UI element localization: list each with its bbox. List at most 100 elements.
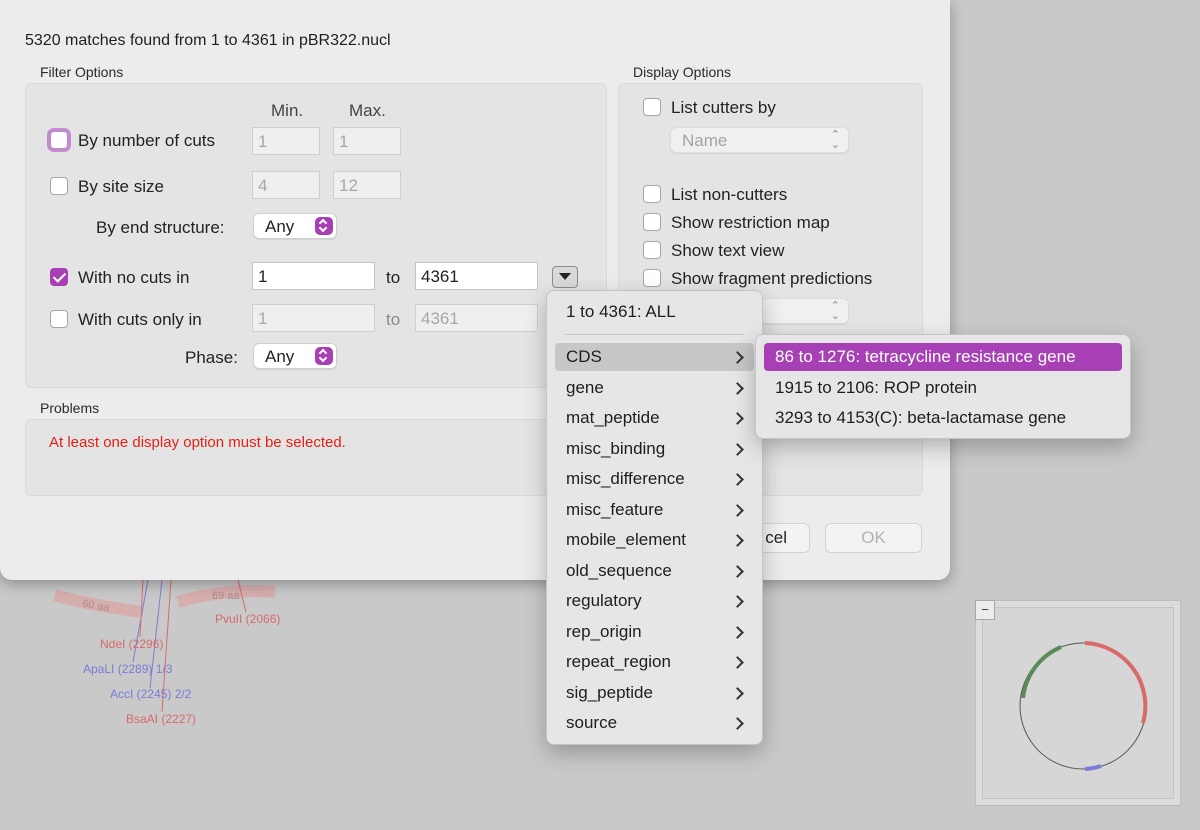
- submenu-item-label: 86 to 1276: tetracycline resistance gene: [775, 347, 1076, 366]
- enzyme-label-accl[interactable]: AccI (2245) 2/2: [110, 687, 191, 701]
- menu-item-mobile-element[interactable]: mobile_element: [555, 526, 754, 554]
- menu-item-regulatory[interactable]: regulatory: [555, 587, 754, 615]
- show-fragment-predictions-label: Show fragment predictions: [671, 269, 873, 288]
- chevron-right-icon: [731, 595, 744, 608]
- enzyme-label-bsaai[interactable]: BsaAI (2227): [126, 712, 196, 726]
- menu-separator: [565, 334, 744, 335]
- by-number-of-cuts-label: By number of cuts: [78, 131, 216, 150]
- fragment-predictions-popup[interactable]: ⌃ ⌄: [760, 298, 849, 324]
- end-structure-label: By end structure:: [96, 218, 225, 237]
- chevron-right-icon: [731, 626, 744, 639]
- list-cutters-by-popup[interactable]: Name ⌃ ⌄: [670, 127, 849, 153]
- dialog-title: 5320 matches found from 1 to 4361 in pBR…: [25, 32, 391, 49]
- site-size-max-field[interactable]: 12: [333, 171, 401, 199]
- menu-item-label: repeat_region: [566, 652, 671, 671]
- phase-stepper-icon: [315, 347, 333, 365]
- chevron-right-icon: [731, 687, 744, 700]
- menu-item-misc-binding[interactable]: misc_binding: [555, 435, 754, 463]
- chevron-right-icon: [731, 473, 744, 486]
- chevron-right-icon: [731, 717, 744, 730]
- problems-title: Problems: [40, 400, 100, 416]
- menu-item-label: gene: [566, 378, 604, 397]
- show-restriction-map-checkbox[interactable]: [643, 213, 661, 231]
- chevron-right-icon: [731, 351, 744, 364]
- by-number-of-cuts-checkbox[interactable]: [50, 131, 68, 149]
- plasmid-feature-blue: [1084, 764, 1102, 771]
- chevron-right-icon: [731, 565, 744, 578]
- with-cuts-only-in-checkbox[interactable]: [50, 310, 68, 328]
- cuts-min-field[interactable]: 1: [252, 127, 320, 155]
- max-column-header: Max.: [349, 101, 386, 120]
- menu-item-gene[interactable]: gene: [555, 374, 754, 402]
- chevron-right-icon: [731, 534, 744, 547]
- menu-item-misc-feature[interactable]: misc_feature: [555, 496, 754, 524]
- submenu-item-tetracycline-resistance[interactable]: 86 to 1276: tetracycline resistance gene: [764, 343, 1122, 371]
- menu-item-rep-origin[interactable]: rep_origin: [555, 618, 754, 646]
- plasmid-feature-red: [1084, 641, 1148, 724]
- feature-range-menu: 1 to 4361: ALL CDS gene mat_peptide misc…: [546, 290, 763, 745]
- phase-label: Phase:: [185, 348, 238, 367]
- list-non-cutters-checkbox[interactable]: [643, 185, 661, 203]
- menu-item-label: regulatory: [566, 591, 642, 610]
- chevron-right-icon: [731, 504, 744, 517]
- by-site-size-label: By site size: [78, 177, 164, 196]
- submenu-item-beta-lactamase[interactable]: 3293 to 4153(C): beta-lactamase gene: [764, 404, 1122, 432]
- submenu-item-rop-protein[interactable]: 1915 to 2106: ROP protein: [764, 374, 1122, 402]
- by-site-size-checkbox[interactable]: [50, 177, 68, 195]
- menu-item-label: CDS: [566, 347, 602, 366]
- menu-item-misc-difference[interactable]: misc_difference: [555, 465, 754, 493]
- menu-item-all-range[interactable]: 1 to 4361: ALL: [555, 298, 754, 326]
- menu-item-old-sequence[interactable]: old_sequence: [555, 557, 754, 585]
- enzyme-label-ndei[interactable]: NdeI (2296): [100, 637, 163, 651]
- menu-item-mat-peptide[interactable]: mat_peptide: [555, 404, 754, 432]
- problem-message: At least one display option must be sele…: [49, 434, 346, 451]
- with-no-cuts-in-checkbox[interactable]: [50, 268, 68, 286]
- list-non-cutters-label: List non-cutters: [671, 185, 788, 204]
- cuts-only-from-field[interactable]: 1: [252, 304, 375, 332]
- show-text-view-checkbox[interactable]: [643, 241, 661, 259]
- with-cuts-only-in-label: With cuts only in: [78, 310, 202, 329]
- enzyme-label-apali[interactable]: ApaLI (2289) 1/3: [83, 662, 172, 676]
- show-restriction-map-label: Show restriction map: [671, 213, 830, 232]
- submenu-item-label: 1915 to 2106: ROP protein: [775, 378, 977, 397]
- feature-length-label-right: 69 aa: [212, 590, 240, 602]
- no-cuts-to-field[interactable]: 4361: [415, 262, 538, 290]
- with-no-cuts-in-label: With no cuts in: [78, 268, 190, 287]
- show-fragment-predictions-checkbox[interactable]: [643, 269, 661, 287]
- menu-item-label: source: [566, 713, 618, 732]
- minimap-collapse-button[interactable]: −: [975, 600, 995, 620]
- list-cutters-by-checkbox[interactable]: [643, 98, 661, 116]
- cds-submenu: 86 to 1276: tetracycline resistance gene…: [755, 334, 1131, 439]
- end-structure-popup[interactable]: Any: [253, 213, 337, 239]
- chevron-right-icon: [731, 656, 744, 669]
- menu-item-cds[interactable]: CDS: [555, 343, 754, 371]
- cuts-only-to-field[interactable]: 4361: [415, 304, 538, 332]
- chevron-right-icon: [731, 443, 744, 456]
- cuts-max-field[interactable]: 1: [333, 127, 401, 155]
- menu-item-label: mat_peptide: [566, 408, 660, 427]
- menu-item-label: sig_peptide: [566, 683, 653, 702]
- menu-item-repeat-region[interactable]: repeat_region: [555, 648, 754, 676]
- menu-item-label: misc_binding: [566, 439, 666, 458]
- menu-item-label: misc_difference: [566, 469, 685, 488]
- no-cuts-to-label: to: [386, 268, 401, 287]
- feature-range-menu-button[interactable]: [552, 266, 578, 288]
- plasmid-minimap[interactable]: [975, 600, 1181, 806]
- menu-item-sig-peptide[interactable]: sig_peptide: [555, 679, 754, 707]
- menu-item-label: misc_feature: [566, 500, 664, 519]
- ok-button[interactable]: OK: [825, 523, 922, 553]
- chevron-right-icon: [731, 382, 744, 395]
- list-cutters-by-value: Name: [682, 131, 728, 150]
- chevron-right-icon: [731, 412, 744, 425]
- enzyme-label-pvuii[interactable]: PvuII (2066): [215, 612, 280, 626]
- updown-arrows-icon: ⌃ ⌄: [830, 129, 840, 151]
- display-options-title: Display Options: [633, 64, 732, 80]
- site-size-min-field[interactable]: 4: [252, 171, 320, 199]
- menu-item-label: rep_origin: [566, 622, 642, 641]
- menu-item-source[interactable]: source: [555, 709, 754, 737]
- phase-popup[interactable]: Any: [253, 343, 337, 369]
- end-structure-stepper-icon: [315, 217, 333, 235]
- no-cuts-from-field[interactable]: 1: [252, 262, 375, 290]
- updown-arrows-icon: ⌃ ⌄: [830, 300, 840, 322]
- min-column-header: Min.: [271, 101, 304, 120]
